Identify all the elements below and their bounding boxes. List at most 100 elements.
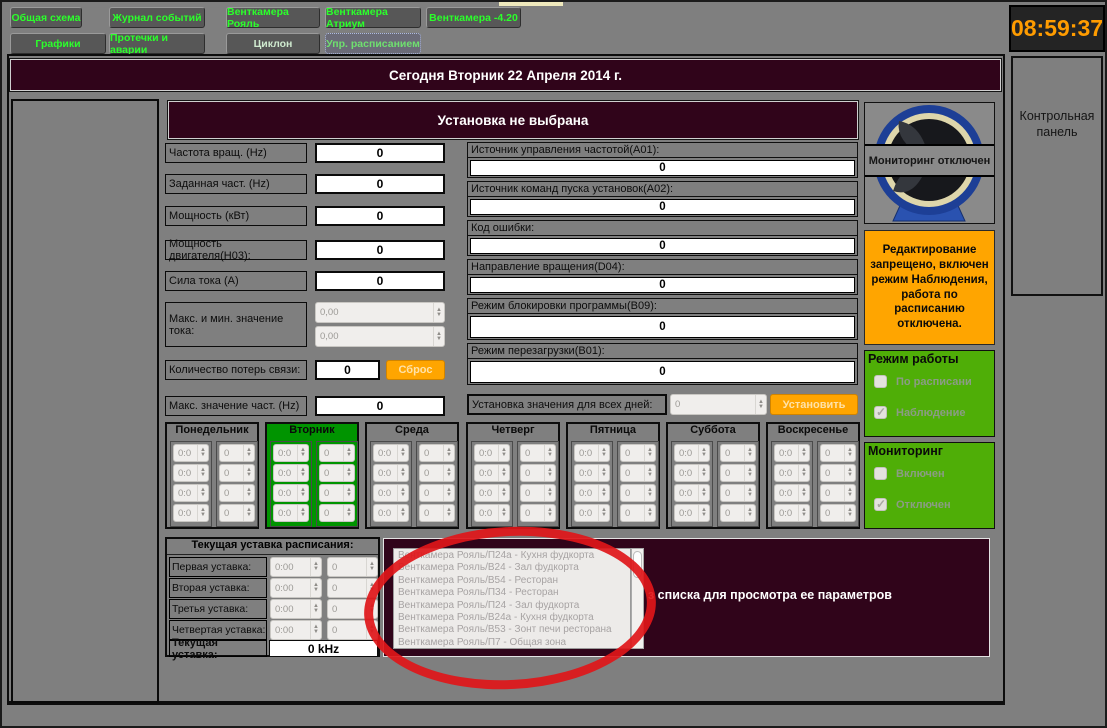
spinner-arrows[interactable]: ▲▼ [544, 445, 555, 461]
day-value-spinner[interactable]: 0▲▼ [219, 484, 255, 502]
spinner-arrows[interactable]: ▲▼ [243, 505, 254, 521]
day-value-spinner[interactable]: 0▲▼ [520, 464, 556, 482]
spinner-down-icon[interactable]: ▼ [446, 473, 452, 478]
spinner-arrows[interactable]: ▲▼ [844, 445, 855, 461]
spinner-arrows[interactable]: ▲▼ [798, 505, 809, 521]
spinner-arrows[interactable]: ▲▼ [310, 600, 321, 618]
spinner-arrows[interactable]: ▲▼ [598, 505, 609, 521]
toolbar-button-r2-1[interactable]: Графики [10, 33, 106, 54]
day-time-spinner[interactable]: 0:0▲▼ [474, 484, 510, 502]
setpoint-time-spinner[interactable]: 0:00▲▼ [270, 599, 322, 619]
day-time-spinner[interactable]: 0:0▲▼ [574, 504, 610, 522]
toolbar-button-r2-4[interactable]: Упр. расписанием [325, 33, 421, 54]
spinner-arrows[interactable]: ▲▼ [243, 485, 254, 501]
unit-list-item[interactable]: Венткамера Рояль/В54 - Ресторан [394, 575, 630, 587]
spinner-down-icon[interactable]: ▼ [758, 405, 764, 410]
spinner-down-icon[interactable]: ▼ [747, 493, 753, 498]
spinner-arrows[interactable]: ▲▼ [366, 579, 377, 597]
spinner-arrows[interactable]: ▲▼ [844, 505, 855, 521]
toolbar-button-r1-1[interactable]: Общая схема [10, 7, 82, 28]
spinner-arrows[interactable]: ▲▼ [297, 465, 308, 481]
day-time-spinner[interactable]: 0:0▲▼ [674, 504, 710, 522]
spinner-down-icon[interactable]: ▼ [446, 513, 452, 518]
spinner-arrows[interactable]: ▲▼ [644, 505, 655, 521]
spinner-down-icon[interactable]: ▼ [601, 493, 607, 498]
spinner-arrows[interactable]: ▲▼ [744, 505, 755, 521]
spinner-down-icon[interactable]: ▼ [313, 588, 319, 593]
day-value-spinner[interactable]: 0▲▼ [319, 504, 355, 522]
spinner-down-icon[interactable]: ▼ [847, 513, 853, 518]
spinner-arrows[interactable]: ▲▼ [397, 445, 408, 461]
toolbar-button-r1-3[interactable]: Венткамера Рояль [226, 7, 320, 28]
day-time-spinner[interactable]: 0:0▲▼ [774, 484, 810, 502]
spinner-arrows[interactable]: ▲▼ [197, 445, 208, 461]
day-value-spinner[interactable]: 0▲▼ [520, 484, 556, 502]
spinner-down-icon[interactable]: ▼ [246, 473, 252, 478]
day-value-spinner[interactable]: 0▲▼ [520, 444, 556, 462]
day-time-spinner[interactable]: 0:0▲▼ [173, 464, 209, 482]
spinner-arrows[interactable]: ▲▼ [698, 445, 709, 461]
spinner-down-icon[interactable]: ▼ [847, 453, 853, 458]
day-value-spinner[interactable]: 0▲▼ [720, 464, 756, 482]
spinner-down-icon[interactable]: ▼ [801, 473, 807, 478]
spinner-arrows[interactable]: ▲▼ [698, 465, 709, 481]
spinner-arrows[interactable]: ▲▼ [243, 465, 254, 481]
spinner-down-icon[interactable]: ▼ [801, 493, 807, 498]
spinner-down-icon[interactable]: ▼ [801, 453, 807, 458]
day-time-spinner[interactable]: 0:0▲▼ [173, 504, 209, 522]
spinner-arrows[interactable]: ▲▼ [598, 485, 609, 501]
spinner-arrows[interactable]: ▲▼ [598, 465, 609, 481]
day-value-spinner[interactable]: 0▲▼ [720, 484, 756, 502]
day-time-spinner[interactable]: 0:0▲▼ [273, 464, 309, 482]
spinner-arrows[interactable]: ▲▼ [343, 445, 354, 461]
day-time-spinner[interactable]: 0:0▲▼ [273, 444, 309, 462]
unit-list-item[interactable]: Венткамера Рояль/В53 - Зонт печи рестора… [394, 624, 630, 636]
day-value-spinner[interactable]: 0▲▼ [620, 444, 656, 462]
spinner-arrows[interactable]: ▲▼ [744, 485, 755, 501]
monitoring-group-option[interactable]: Отключен [874, 498, 951, 511]
mode-group-option[interactable]: По расписани [874, 375, 972, 388]
day-time-spinner[interactable]: 0:0▲▼ [574, 444, 610, 462]
spinner-arrows[interactable]: ▲▼ [544, 505, 555, 521]
setpoint-value-spinner[interactable]: 0▲▼ [327, 557, 378, 577]
max-current-spinner[interactable]: 0,00▲▼ [315, 302, 445, 323]
spinner-arrows[interactable]: ▲▼ [366, 621, 377, 639]
spinner-arrows[interactable]: ▲▼ [366, 600, 377, 618]
spinner-down-icon[interactable]: ▼ [346, 473, 352, 478]
spinner-down-icon[interactable]: ▼ [400, 473, 406, 478]
scrollbar-thumb[interactable] [633, 551, 642, 578]
unit-listbox[interactable]: Венткамера Рояль/П24а - Кухня фудкортаВе… [393, 548, 631, 649]
day-time-spinner[interactable]: 0:0▲▼ [273, 484, 309, 502]
spinner-arrows[interactable]: ▲▼ [698, 505, 709, 521]
day-time-spinner[interactable]: 0:0▲▼ [373, 484, 409, 502]
checkbox[interactable] [874, 467, 887, 480]
spinner-arrows[interactable]: ▲▼ [397, 505, 408, 521]
spinner-arrows[interactable]: ▲▼ [644, 485, 655, 501]
day-time-spinner[interactable]: 0:0▲▼ [574, 464, 610, 482]
spinner-down-icon[interactable]: ▼ [346, 513, 352, 518]
toolbar-button-r2-3[interactable]: Циклон [226, 33, 320, 54]
setpoint-value-spinner[interactable]: 0▲▼ [327, 620, 378, 640]
spinner-down-icon[interactable]: ▼ [246, 513, 252, 518]
day-time-spinner[interactable]: 0:0▲▼ [674, 464, 710, 482]
toolbar-button-r1-2[interactable]: Журнал событий [109, 7, 205, 28]
spinner-down-icon[interactable]: ▼ [701, 453, 707, 458]
spinner-down-icon[interactable]: ▼ [400, 453, 406, 458]
toolbar-button-r2-2[interactable]: Протечки и аварии [109, 33, 205, 54]
setpoint-time-spinner[interactable]: 0:00▲▼ [270, 557, 322, 577]
day-time-spinner[interactable]: 0:0▲▼ [474, 464, 510, 482]
day-time-spinner[interactable]: 0:0▲▼ [574, 484, 610, 502]
spinner-down-icon[interactable]: ▼ [400, 493, 406, 498]
day-time-spinner[interactable]: 0:0▲▼ [774, 504, 810, 522]
spinner-arrows[interactable]: ▲▼ [197, 485, 208, 501]
spinner-down-icon[interactable]: ▼ [601, 513, 607, 518]
setpoint-time-spinner[interactable]: 0:00▲▼ [270, 578, 322, 598]
min-current-spinner[interactable]: 0,00▲▼ [315, 326, 445, 347]
day-value-spinner[interactable]: 0▲▼ [419, 504, 455, 522]
unit-list-item[interactable]: Венткамера Рояль/В24а - Кухня фудкорта [394, 612, 630, 624]
checkbox-checked[interactable] [874, 498, 887, 511]
unit-list-item[interactable]: Венткамера Рояль/П34 - Ресторан [394, 587, 630, 599]
spinner-arrows[interactable]: ▲▼ [498, 465, 509, 481]
spinner-down-icon[interactable]: ▼ [647, 513, 653, 518]
day-value-spinner[interactable]: 0▲▼ [319, 464, 355, 482]
